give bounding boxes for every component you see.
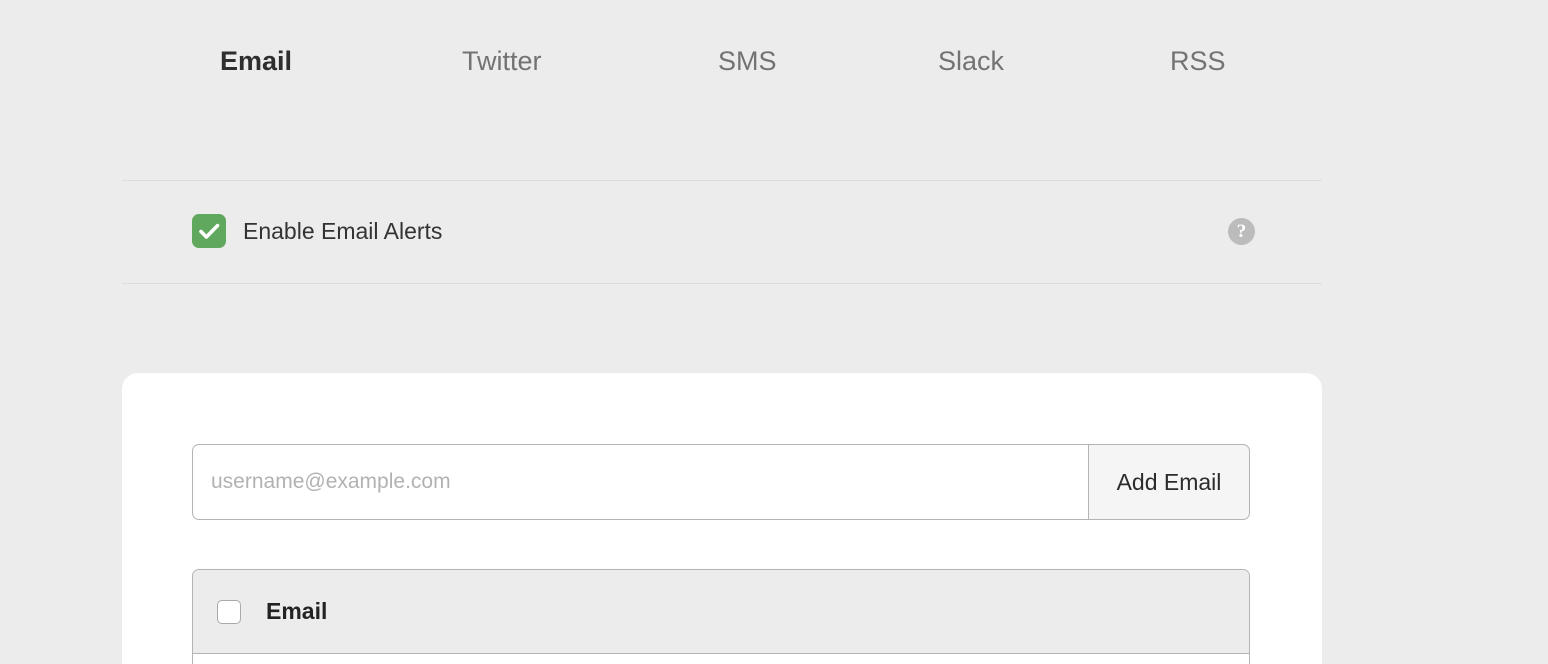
check-icon	[199, 223, 220, 239]
tab-twitter[interactable]: Twitter	[462, 42, 542, 80]
tab-sms[interactable]: SMS	[718, 42, 777, 80]
enable-email-alerts-checkbox[interactable]	[192, 214, 226, 248]
tab-slack[interactable]: Slack	[938, 42, 1004, 80]
help-icon[interactable]: ?	[1228, 218, 1255, 245]
channel-tabs: Email Twitter SMS Slack RSS	[122, 0, 1322, 120]
add-email-form: Add Email	[192, 444, 1250, 520]
enable-email-alerts-row: Enable Email Alerts ?	[122, 181, 1322, 283]
column-header-email: Email	[266, 598, 328, 624]
tab-email[interactable]: Email	[220, 42, 292, 80]
add-email-button[interactable]: Add Email	[1088, 444, 1250, 520]
table-header-row: Email	[193, 570, 1249, 654]
help-icon-glyph: ?	[1236, 221, 1247, 242]
table-row[interactable]	[193, 654, 1249, 664]
tab-rss[interactable]: RSS	[1170, 42, 1226, 80]
email-input[interactable]	[192, 444, 1088, 520]
email-recipients-card: Add Email Email	[122, 373, 1322, 664]
email-recipients-table: Email	[192, 569, 1250, 664]
select-all-checkbox[interactable]	[217, 599, 241, 624]
divider-bottom	[122, 283, 1322, 284]
enable-email-alerts-label: Enable Email Alerts	[243, 218, 443, 244]
